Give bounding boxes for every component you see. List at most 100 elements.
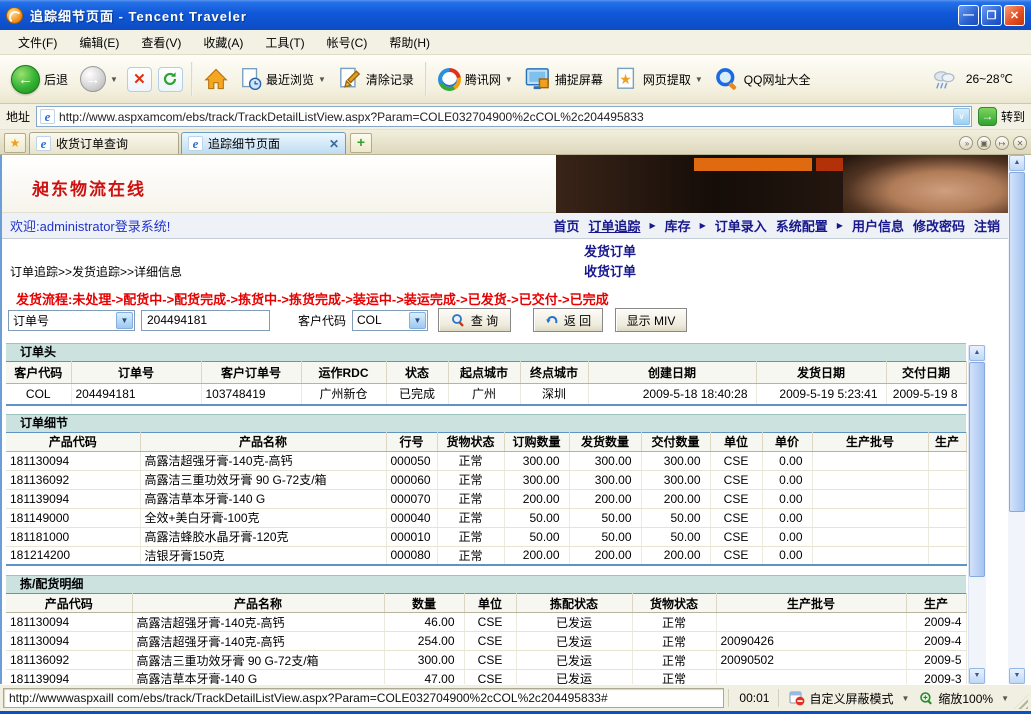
capture-screen-button[interactable]: 捕捉屏幕 [522, 65, 606, 93]
customer-code-select[interactable]: COL ▼ [352, 310, 428, 331]
recent-dropdown-icon[interactable]: ▼ [318, 75, 326, 84]
menu-item-2[interactable]: 查看(V) [131, 31, 191, 54]
column-header: 产品名称 [132, 594, 384, 613]
address-field[interactable]: e ∨ [36, 106, 972, 127]
order-no-input[interactable] [141, 310, 270, 331]
column-header: 运作RDC [301, 362, 386, 384]
menu-item-0[interactable]: 文件(F) [8, 31, 67, 54]
weather-indicator: 26~28℃ [932, 68, 1023, 90]
nav-item-2[interactable]: 库存 [665, 216, 691, 235]
nav-item-3[interactable]: 订单录入 [715, 216, 767, 235]
address-input[interactable] [55, 110, 953, 124]
table-row[interactable]: 181130094高露洁超强牙膏-140克-高钙254.00CSE已发运正常20… [6, 632, 966, 651]
scrollbar-thumb[interactable] [1009, 172, 1025, 512]
nav-arrow-icon: ▶ [700, 221, 706, 230]
breadcrumb: 订单追踪>>发货追踪>>详细信息 [10, 263, 182, 280]
table-row[interactable]: 181136092高露洁三重功效牙膏 90 G-72支/箱000060正常300… [6, 470, 966, 489]
nav-item-5[interactable]: 用户信息 [852, 216, 904, 235]
table-row[interactable]: COL204494181103748419广州新仓已完成广州深圳2009-5-1… [6, 384, 966, 405]
table-row[interactable]: 181181000高露洁蜂胶水晶牙膏-120克000010正常50.0050.0… [6, 527, 966, 546]
qq-sites-button[interactable]: QQ网址大全 [712, 65, 814, 94]
menu-item-6[interactable]: 帮助(H) [379, 31, 440, 54]
close-tabs-icon[interactable]: ✕ [1013, 136, 1027, 150]
block-mode-button[interactable]: 自定义屏蔽模式 ▼ [784, 690, 914, 707]
browser-scrollbar[interactable]: ▲ ▼ [1008, 155, 1025, 684]
table-row[interactable]: 181130094高露洁超强牙膏-140克-高钙46.00CSE已发运正常200… [6, 613, 966, 632]
scroll-up-icon[interactable]: ▲ [969, 345, 985, 361]
scroll-down-icon[interactable]: ▼ [969, 668, 985, 684]
column-header: 产品名称 [140, 432, 386, 451]
minimize-button[interactable]: — [958, 5, 979, 26]
tab-close-icon[interactable]: ✕ [329, 137, 339, 151]
subnav-item-0[interactable]: 发货订单 [584, 241, 636, 260]
table-cell: 0.00 [762, 489, 812, 508]
title-bar[interactable]: 追踪细节页面 - Tencent Traveler — ❐ ✕ [0, 0, 1031, 30]
zoom-control[interactable]: 缩放100% ▼ [914, 690, 1014, 707]
qq-portal-dropdown-icon[interactable]: ▼ [505, 75, 513, 84]
close-button[interactable]: ✕ [1004, 5, 1025, 26]
return-button[interactable]: 返 回 [533, 308, 603, 332]
address-dropdown-button[interactable]: ∨ [953, 108, 970, 125]
menu-item-4[interactable]: 工具(T) [255, 31, 314, 54]
table-cell: 200.00 [504, 489, 569, 508]
menu-item-1[interactable]: 编辑(E) [69, 31, 129, 54]
forward-button[interactable]: → ▼ [77, 64, 121, 94]
chevron-double-down-icon[interactable]: » [959, 136, 973, 150]
table-cell: 正常 [437, 546, 504, 565]
scroll-up-icon[interactable]: ▲ [1009, 155, 1025, 171]
nav-item-4[interactable]: 系统配置 [776, 216, 828, 235]
clear-history-button[interactable]: 清除记录 [335, 65, 417, 93]
table-cell: 300.00 [641, 470, 710, 489]
extract-dropdown-icon[interactable]: ▼ [695, 75, 703, 84]
favorites-button[interactable]: ★ [4, 133, 26, 153]
scrollbar-thumb[interactable] [969, 362, 985, 577]
block-mode-dropdown-icon[interactable]: ▼ [901, 694, 909, 703]
extract-button[interactable]: ★ 网页提取 ▼ [612, 65, 706, 93]
subnav-item-1[interactable]: 收货订单 [584, 261, 636, 280]
qq-portal-button[interactable]: 腾讯网 ▼ [435, 66, 516, 93]
order-detail-table: 产品代码产品名称行号货物状态订购数量发货数量交付数量单位单价生产批号生产1811… [6, 432, 967, 567]
maximize-button[interactable]: ❐ [981, 5, 1002, 26]
zoom-dropdown-icon[interactable]: ▼ [1001, 694, 1009, 703]
table-row[interactable]: 181214200洁银牙膏150克000080正常200.00200.00200… [6, 546, 966, 565]
order-field-select[interactable]: 订单号 ▼ [8, 310, 135, 331]
content-scrollbar[interactable]: ▲ ▼ [968, 345, 986, 684]
restore-panel-icon[interactable]: ▣ [977, 136, 991, 150]
table-cell [928, 546, 966, 565]
scroll-down-icon[interactable]: ▼ [1009, 668, 1025, 684]
new-tab-button[interactable]: + [350, 133, 372, 153]
table-row[interactable]: 181149000全效+美白牙膏-100克000040正常50.0050.005… [6, 508, 966, 527]
nav-item-0[interactable]: 首页 [553, 216, 579, 235]
stop-button[interactable]: ✕ [127, 67, 152, 92]
nav-item-1[interactable]: 订单追踪 [588, 216, 640, 235]
table-cell: 254.00 [384, 632, 464, 651]
forward-dropdown-icon[interactable]: ▼ [110, 75, 118, 84]
qq-portal-icon [438, 68, 461, 91]
recent-history-icon [240, 67, 262, 91]
picking-detail-section-title: 拣/配货明细 [6, 575, 966, 593]
home-button[interactable] [201, 66, 231, 92]
column-header: 起点城市 [448, 362, 520, 384]
table-row[interactable]: 181139094高露洁草本牙膏-140 G47.00CSE已发运正常2009-… [6, 670, 966, 685]
nav-item-6[interactable]: 修改密码 [913, 216, 965, 235]
resize-grip[interactable] [1014, 695, 1028, 709]
pin-icon[interactable]: ↦ [995, 136, 1009, 150]
nav-item-7[interactable]: 注销 [974, 216, 1000, 235]
table-cell: 50.00 [504, 527, 569, 546]
go-button[interactable]: → 转到 [978, 107, 1025, 126]
show-miv-button[interactable]: 显示 MIV [615, 308, 687, 332]
tab-1[interactable]: e追踪细节页面✕ [181, 132, 346, 154]
menu-item-5[interactable]: 帐号(C) [317, 31, 378, 54]
query-button[interactable]: 查 询 [438, 308, 511, 332]
table-row[interactable]: 181139094高露洁草本牙膏-140 G000070正常200.00200.… [6, 489, 966, 508]
recent-button[interactable]: 最近浏览 ▼ [237, 65, 329, 93]
table-row[interactable]: 181136092高露洁三重功效牙膏 90 G-72支/箱300.00CSE已发… [6, 651, 966, 670]
table-cell: 全效+美白牙膏-100克 [140, 508, 386, 527]
order-detail-section-title: 订单细节 [6, 414, 966, 432]
back-button[interactable]: ← 后退 [8, 63, 71, 96]
order-field-value: 订单号 [9, 312, 115, 329]
refresh-button[interactable] [158, 67, 183, 92]
table-row[interactable]: 181130094高露洁超强牙膏-140克-高钙000050正常300.0030… [6, 451, 966, 470]
tab-0[interactable]: e收货订单查询 [29, 132, 179, 154]
menu-item-3[interactable]: 收藏(A) [193, 31, 253, 54]
